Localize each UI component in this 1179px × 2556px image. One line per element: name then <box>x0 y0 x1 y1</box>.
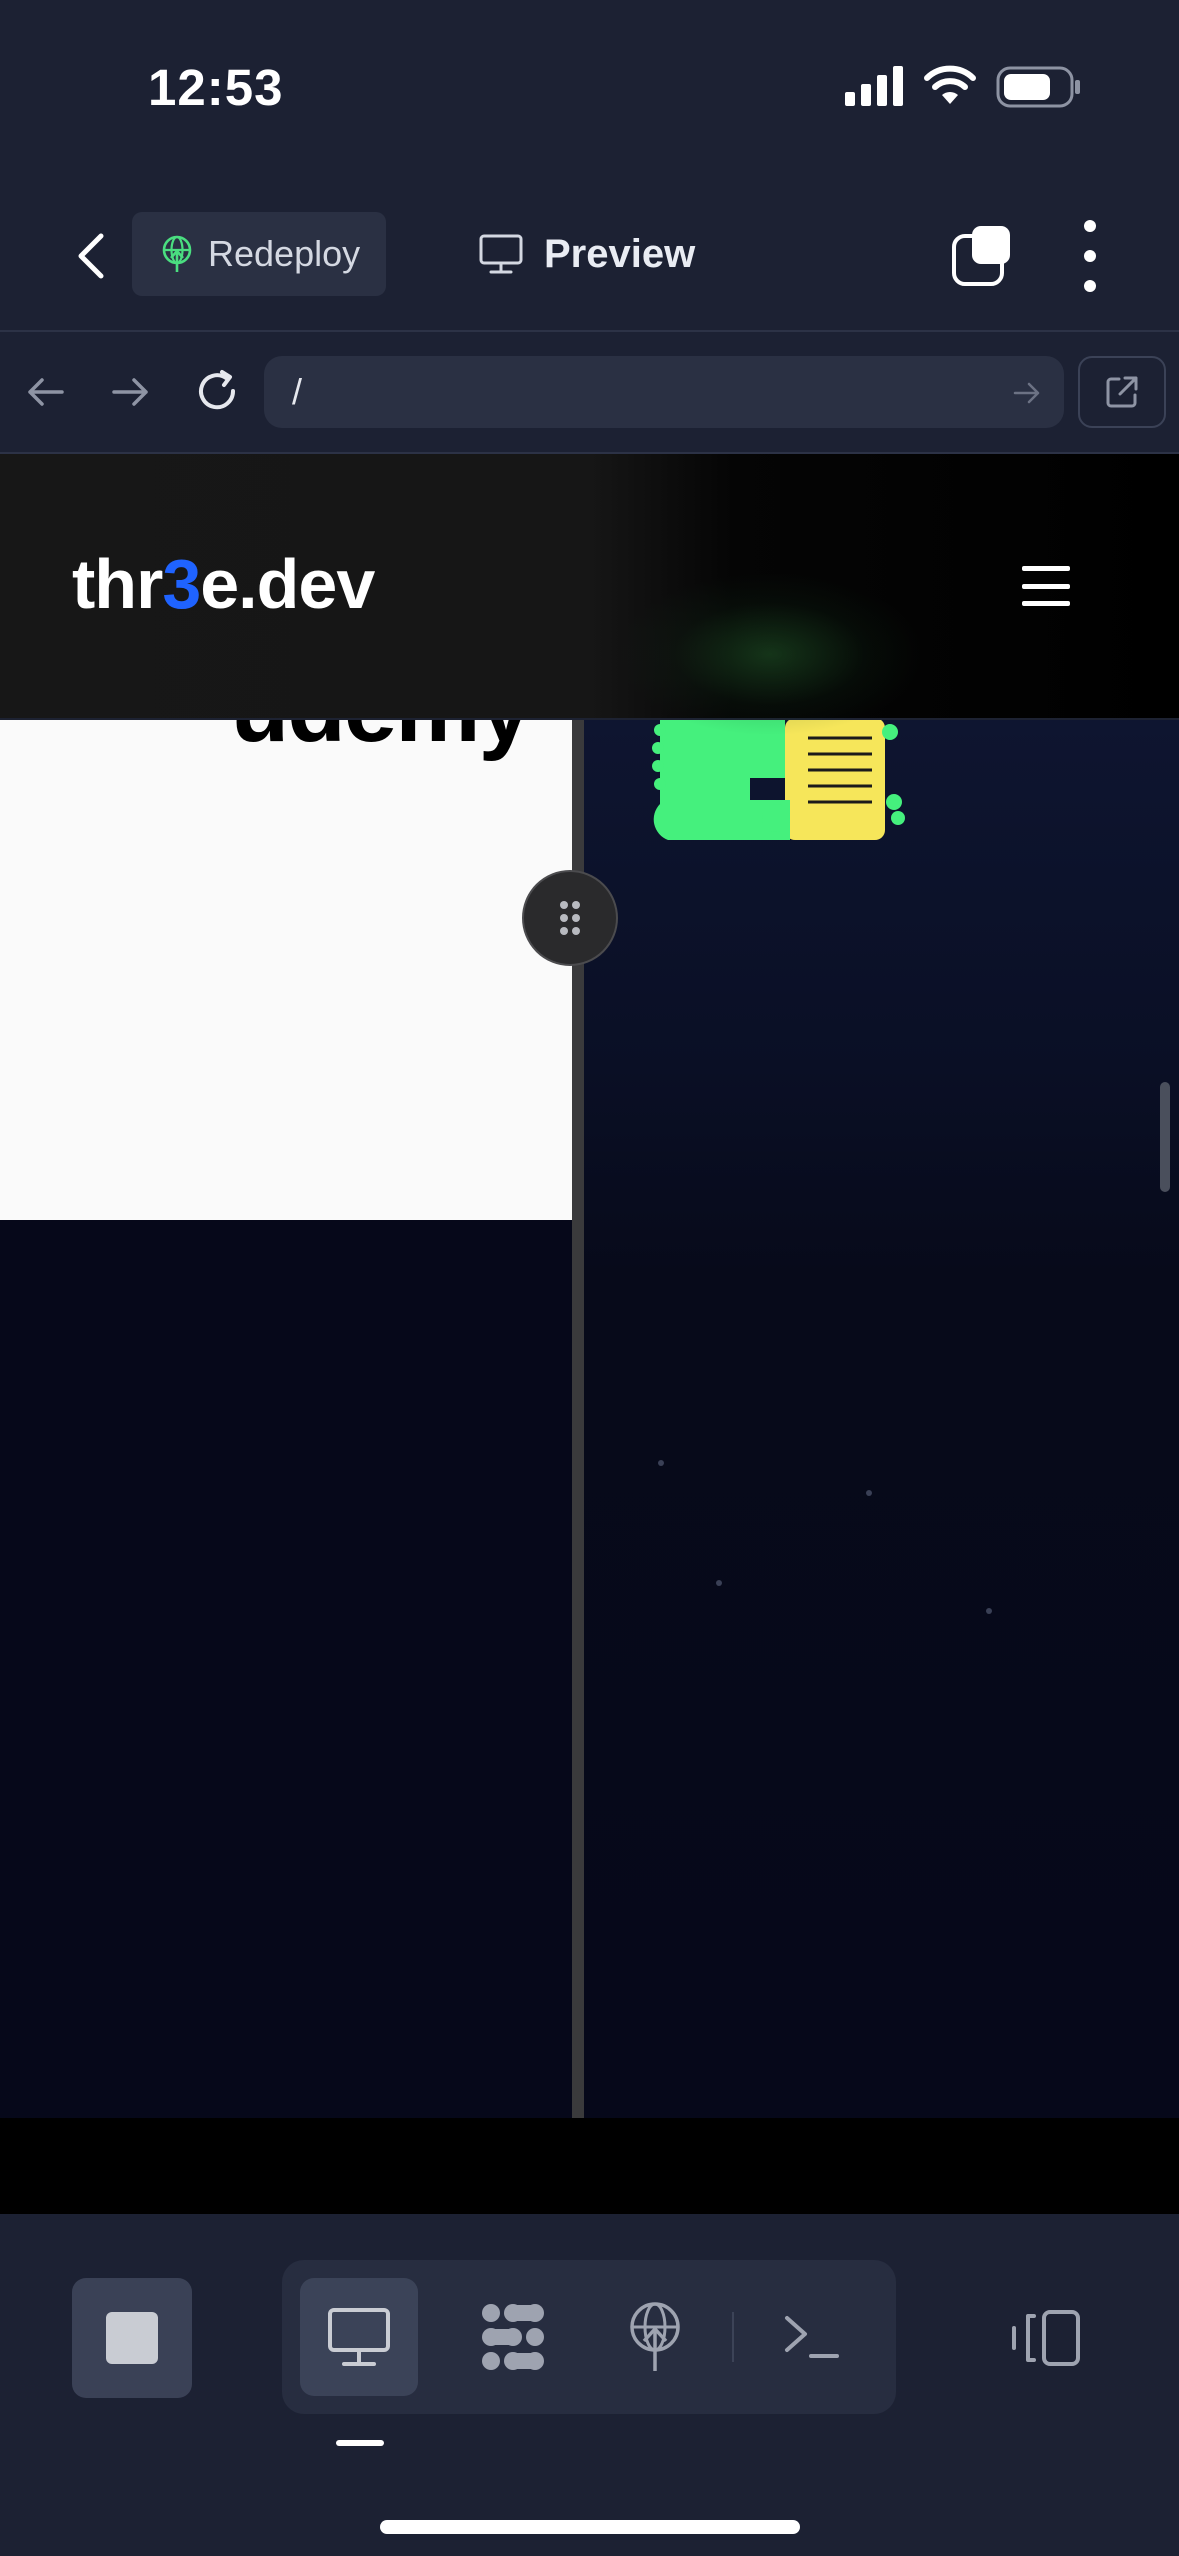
star-dot <box>658 1460 664 1466</box>
mode-deploy-button[interactable] <box>596 2278 714 2396</box>
arrow-left-icon[interactable] <box>24 370 68 414</box>
udemy-panel: udemy <box>0 718 572 1220</box>
logo-accent: 3 <box>162 545 201 623</box>
panel-toggle-button[interactable] <box>1006 2306 1086 2370</box>
site-navbar: thr3e.dev <box>0 454 1179 734</box>
scroll-illustration <box>652 718 905 840</box>
active-mode-indicator <box>336 2440 384 2446</box>
drag-handle-icon <box>560 901 580 935</box>
mode-modules-button[interactable] <box>454 2278 572 2396</box>
mode-separator <box>732 2312 734 2362</box>
back-button[interactable] <box>60 224 120 288</box>
logo-prefix: thr <box>72 545 163 623</box>
hamburger-menu-icon[interactable] <box>1022 566 1070 606</box>
mode-preview-button[interactable] <box>300 2278 418 2396</box>
mode-terminal-button[interactable] <box>752 2278 870 2396</box>
overlapping-windows-icon <box>952 226 1010 286</box>
stop-button[interactable] <box>72 2278 192 2398</box>
home-indicator[interactable] <box>380 2520 800 2534</box>
site-logo[interactable]: thr3e.dev <box>72 544 375 624</box>
deploy-globe-icon <box>630 2302 680 2371</box>
comparison-left-pane: udemy <box>0 718 572 2118</box>
app-header: Redeploy Preview <box>0 180 1179 332</box>
logo-suffix: e.dev <box>200 545 375 623</box>
mode-switcher <box>282 2260 896 2414</box>
udemy-wordmark: udemy <box>231 718 532 764</box>
open-external-button[interactable] <box>1078 356 1166 428</box>
preview-bottom-strip <box>0 2118 1179 2214</box>
page-scrollbar[interactable] <box>1160 1082 1170 1192</box>
side-panel-icon <box>1012 2310 1080 2366</box>
stop-icon <box>106 2312 158 2364</box>
url-bar[interactable] <box>264 356 1064 428</box>
monitor-icon <box>479 234 523 274</box>
preview-label: Preview <box>544 231 696 276</box>
clock: 12:53 <box>148 59 284 116</box>
preview-tab[interactable]: Preview <box>478 212 695 296</box>
cellular-signal-icon <box>845 66 903 106</box>
battery-icon <box>996 66 1080 108</box>
modules-icon <box>482 2304 544 2370</box>
terminal-icon <box>785 2316 839 2358</box>
wifi-icon <box>924 65 976 104</box>
redeploy-button[interactable]: Redeploy <box>132 212 386 296</box>
green-glow <box>620 574 920 734</box>
comparison-right-pane <box>584 718 1179 2118</box>
more-vertical-icon <box>1084 220 1096 232</box>
comparison-slider-handle[interactable] <box>522 870 618 966</box>
window-switch-button[interactable] <box>950 222 1016 288</box>
arrow-right-icon[interactable] <box>108 370 152 414</box>
url-input[interactable] <box>290 370 974 414</box>
chevron-left-icon <box>78 233 104 279</box>
star-dot <box>986 1608 992 1614</box>
go-arrow-icon[interactable] <box>1012 378 1042 408</box>
redeploy-label: Redeploy <box>208 233 361 274</box>
monitor-icon <box>328 2308 390 2366</box>
star-dot <box>716 1580 722 1586</box>
status-bar: 12:53 <box>0 0 1179 180</box>
reload-icon[interactable] <box>192 366 242 416</box>
external-link-icon <box>1106 376 1138 408</box>
browser-toolbar <box>0 332 1179 454</box>
deploy-globe-icon <box>162 235 192 272</box>
star-dot <box>866 1490 872 1496</box>
webpage-preview[interactable]: udemy thr3e.dev <box>0 454 1179 2118</box>
bottom-toolbar <box>0 2214 1179 2556</box>
more-menu-button[interactable] <box>1068 220 1112 292</box>
